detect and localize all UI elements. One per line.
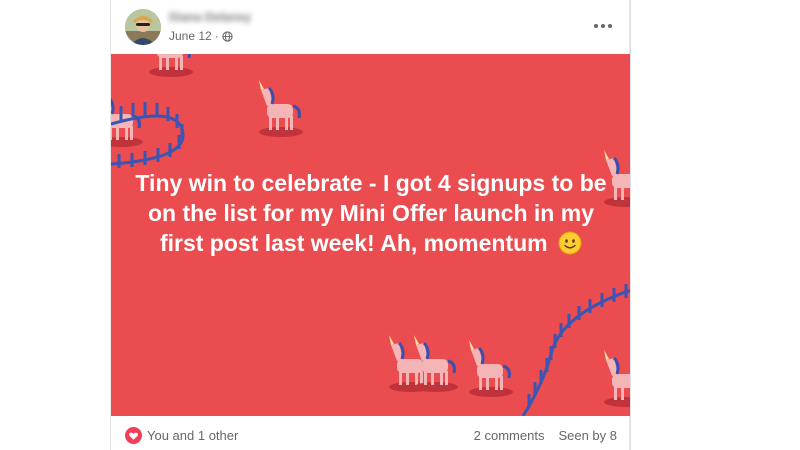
post-footer: You and 1 other 2 comments Seen by 8 xyxy=(111,416,631,450)
comments-count[interactable]: 2 comments xyxy=(474,428,545,443)
heart-icon xyxy=(125,427,142,444)
post-date[interactable]: June 12 xyxy=(169,29,212,43)
post-meta: June 12 · xyxy=(169,29,233,43)
reaction-summary[interactable]: You and 1 other xyxy=(125,427,238,444)
post-header: Diana Delaney June 12 · xyxy=(111,0,631,54)
post-text: Tiny win to celebrate - I got 4 signups … xyxy=(131,168,611,258)
post-background-image: Tiny win to celebrate - I got 4 signups … xyxy=(111,54,631,416)
smile-emoji-icon xyxy=(558,231,582,255)
globe-icon xyxy=(222,30,233,42)
post-stats: 2 comments Seen by 8 xyxy=(474,428,617,443)
reactions-text: You and 1 other xyxy=(147,428,239,443)
meta-separator: · xyxy=(214,29,219,43)
post-card: Diana Delaney June 12 · Tiny win to cele… xyxy=(110,0,631,450)
author-name[interactable]: Diana Delaney xyxy=(169,10,259,24)
right-divider xyxy=(630,0,631,450)
seen-by-count[interactable]: Seen by 8 xyxy=(558,428,617,443)
more-options-icon[interactable] xyxy=(589,13,617,39)
avatar[interactable] xyxy=(125,9,161,45)
post-text-body: Tiny win to celebrate - I got 4 signups … xyxy=(135,170,607,256)
